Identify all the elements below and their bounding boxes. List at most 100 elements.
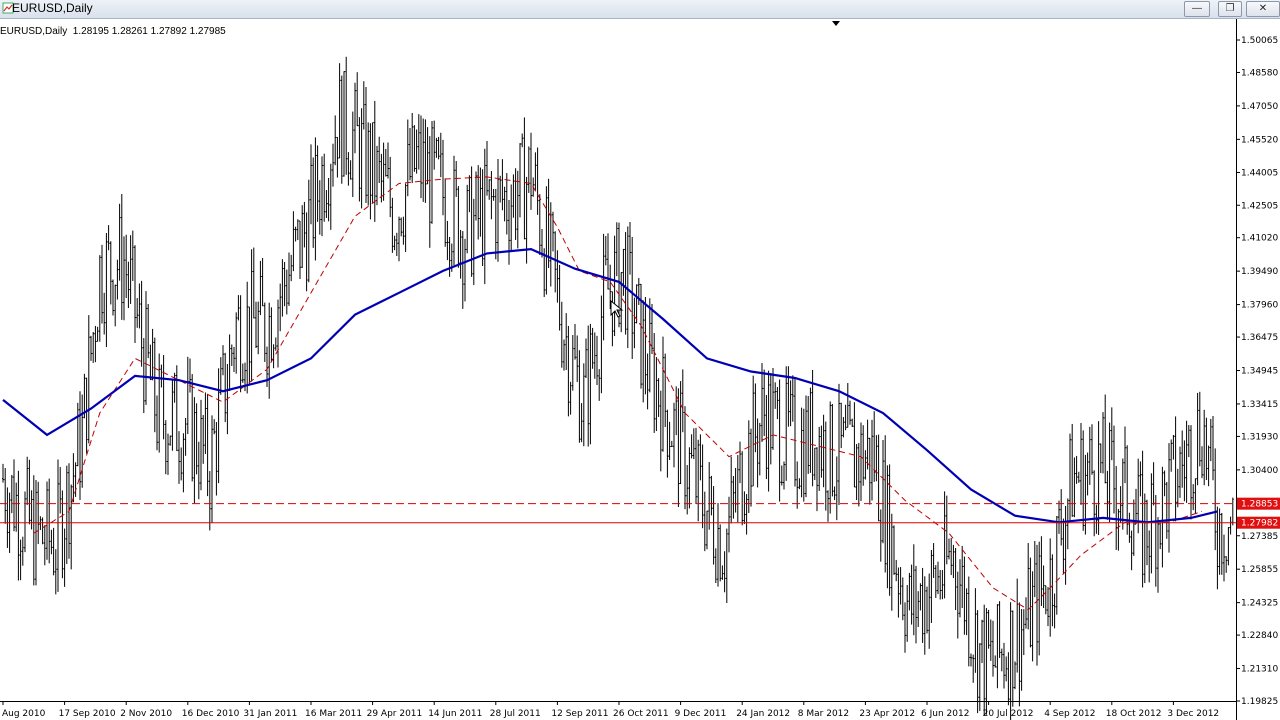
ohlc-bar: [835, 456, 838, 521]
chart-canvas[interactable]: 1.28853 1.27982 1.50065 1.48580 1.47050 1.455…: [0, 19, 1280, 720]
ohlc-bar: [1130, 530, 1133, 571]
ohlc-bar: [483, 148, 486, 285]
chart-info-line: EURUSD,Daily 1.28195 1.28261 1.27892 1.2…: [0, 26, 226, 37]
ohlc-bar: [406, 119, 409, 197]
ohlc-bar: [967, 576, 970, 667]
ohlc-bar: [873, 411, 876, 482]
ohlc-bar: [1179, 446, 1181, 498]
ohlc-bar: [981, 619, 983, 664]
y-tick-label: 1.44005: [1241, 168, 1278, 178]
ohlc-bar: [717, 503, 719, 587]
ohlc-bar: [457, 186, 460, 268]
ohlc-bar: [818, 426, 821, 491]
ohlc-bar: [607, 233, 609, 290]
ohlc-bar: [811, 370, 814, 487]
ohlc-bar: [13, 459, 15, 532]
ohlc-bar: [547, 178, 550, 269]
ohlc-bar: [904, 602, 906, 653]
ohlc-bar: [756, 418, 759, 488]
ohlc-bar: [118, 203, 121, 281]
ohlc-bar: [882, 439, 884, 544]
y-tick-label: 1.47050: [1241, 102, 1278, 112]
maximize-button[interactable]: ❐: [1218, 1, 1242, 17]
ohlc-bar: [1014, 661, 1016, 690]
ohlc-bar: [712, 486, 715, 565]
ohlc-bar: [739, 441, 741, 484]
ohlc-bar: [783, 461, 785, 490]
ohlc-bar: [114, 284, 117, 327]
ohlc-bar: [714, 548, 717, 583]
ohlc-bar: [1000, 648, 1003, 672]
ohlc-bar: [415, 129, 418, 174]
ohlc-bar: [604, 236, 607, 266]
ohlc-bar: [417, 114, 420, 170]
ohlc-bar: [613, 235, 616, 337]
ohlc-bar: [420, 115, 422, 199]
ohlc-bar: [838, 383, 840, 505]
ohlc-bar: [261, 257, 264, 307]
ohlc-bar: [593, 332, 596, 379]
ohlc-bar: [655, 357, 658, 432]
ohlc-bar: [772, 368, 774, 450]
ohlc-bar: [164, 420, 167, 475]
ohlc-bar: [554, 231, 557, 293]
ohlc-bar: [274, 337, 277, 351]
ohlc-bar: [708, 462, 711, 530]
ohlc-bar: [494, 188, 497, 260]
ohlc-bar: [589, 323, 592, 445]
ohlc-bar: [763, 369, 766, 437]
ohlc-bar: [501, 159, 504, 211]
ohlc-bar: [250, 249, 253, 382]
ohlc-bar: [706, 510, 708, 550]
ohlc-bar: [453, 155, 455, 266]
x-tick-label: 26 Oct 2011: [613, 709, 669, 719]
ohlc-bar: [1185, 420, 1188, 503]
ohlc-bar: [719, 524, 722, 582]
ohlc-bar: [750, 428, 752, 507]
ohlc-bar: [552, 211, 554, 252]
ohlc-bar: [1212, 416, 1214, 481]
ohlc-bar: [664, 353, 667, 428]
x-tick-label: 14 Jun 2011: [428, 709, 482, 719]
ohlc-bar: [301, 205, 304, 268]
ohlc-bar: [426, 127, 429, 185]
ohlc-bar: [657, 378, 660, 417]
ohlc-bar: [1196, 392, 1199, 486]
ohlc-bar: [433, 120, 436, 170]
ohlc-bar: [519, 143, 521, 218]
ohlc-bar: [325, 190, 328, 219]
ohlc-bar: [215, 422, 218, 496]
close-button[interactable]: ✕: [1246, 1, 1280, 17]
ohlc-bar: [28, 459, 31, 525]
ohlc-bar: [281, 259, 284, 317]
ohlc-bar: [217, 368, 220, 484]
ohlc-bar: [1223, 534, 1225, 582]
ohlc-bar: [175, 365, 178, 452]
ohlc-bar: [367, 122, 370, 206]
ohlc-bar: [59, 467, 62, 514]
ohlc-bar: [994, 655, 997, 668]
ohlc-bar: [63, 528, 66, 587]
minimize-button[interactable]: —: [1184, 1, 1210, 17]
ohlc-bar: [921, 567, 924, 643]
ohlc-bar: [351, 111, 354, 198]
ohlc-bar: [688, 447, 691, 509]
ohlc-bar: [1082, 430, 1085, 531]
ohlc-bar: [79, 391, 81, 501]
ohlc-bar: [503, 186, 506, 222]
price-chart[interactable]: 1.28853 1.27982 1.50065 1.48580 1.47050 1.455…: [0, 19, 1280, 720]
ohlc-bar: [373, 100, 376, 222]
ohlc-bar: [479, 167, 482, 237]
ohlc-bar: [43, 525, 46, 566]
ohlc-bar: [472, 198, 475, 286]
ohlc-bar: [182, 433, 185, 493]
ohlc-bar: [103, 292, 106, 335]
ohlc-bar: [492, 188, 495, 201]
ohlc-bar: [10, 474, 13, 514]
x-tick-label: 24 Jan 2012: [736, 709, 790, 719]
ohlc-bar: [257, 301, 260, 355]
ohlc-bar: [745, 494, 748, 535]
ohlc-bar: [369, 123, 372, 220]
y-tick-label: 1.22840: [1241, 631, 1278, 641]
ohlc-bar: [299, 220, 301, 280]
